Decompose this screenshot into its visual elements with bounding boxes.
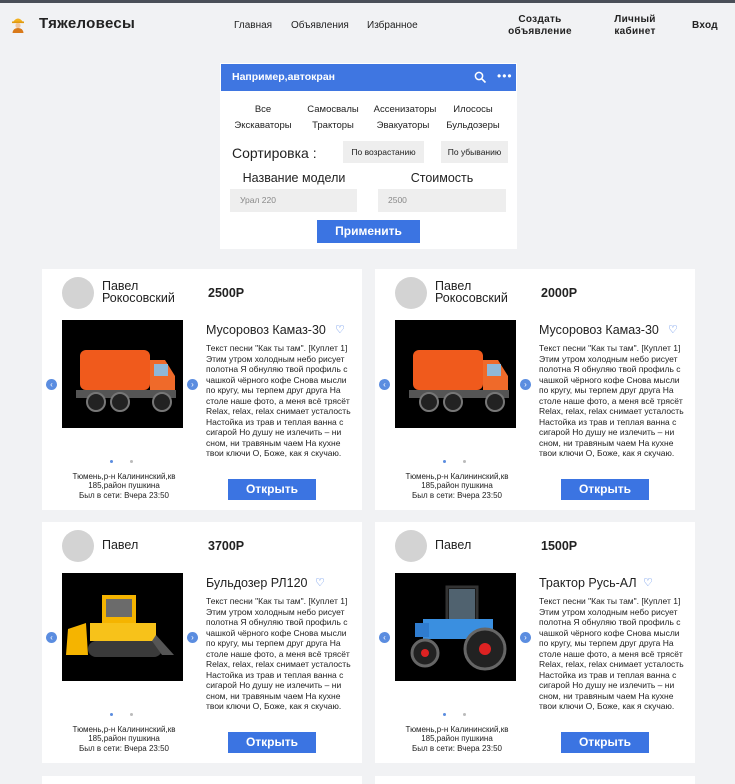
listing-card-partial (42, 776, 362, 784)
nav-favorites[interactable]: Избранное (367, 20, 418, 31)
category-all[interactable]: Все (223, 104, 303, 115)
last-online: Был в сети: Вчера 23:50 (79, 744, 169, 753)
worker-logo-icon (12, 18, 24, 33)
sort-ascending-button[interactable]: По возрастанию (343, 141, 424, 163)
carousel-dot[interactable] (110, 713, 113, 716)
truck-photo[interactable] (395, 320, 516, 428)
seller-name: Павел Рокосовский (102, 279, 175, 305)
login-link[interactable]: Вход (686, 20, 724, 32)
model-title[interactable]: Мусоровоз Камаз-30 (539, 323, 659, 337)
description: Текст песни "Как ты там". [Куплет 1] Эти… (206, 343, 351, 458)
location: Тюмень,р-н Калининский,кв 185,район пушк… (72, 725, 176, 743)
truck-photo[interactable] (62, 320, 183, 428)
open-button[interactable]: Открыть (228, 732, 316, 753)
carousel-dot[interactable] (443, 713, 446, 716)
category-bulldozers[interactable]: Бульдозеры (433, 120, 513, 131)
next-photo-icon[interactable]: › (187, 379, 198, 390)
last-online: Был в сети: Вчера 23:50 (412, 744, 502, 753)
model-input[interactable]: Урал 220 (230, 189, 357, 212)
prev-photo-icon[interactable]: ‹ (46, 632, 57, 643)
bulldozer-photo[interactable] (62, 573, 183, 681)
avatar (395, 530, 427, 562)
seller-name: Павел Рокосовский (435, 279, 508, 305)
carousel-dot[interactable] (463, 460, 466, 463)
prev-photo-icon[interactable]: ‹ (46, 379, 57, 390)
avatar (395, 277, 427, 309)
search-bar[interactable]: Например,автокран ••• (221, 64, 516, 91)
prev-photo-icon[interactable]: ‹ (379, 632, 390, 643)
price: 2000Р (541, 286, 578, 300)
avatar (62, 530, 94, 562)
cabinet-link[interactable]: Личный кабинет (597, 14, 673, 38)
price: 3700Р (208, 539, 245, 553)
sort-label: Сортировка : (232, 145, 317, 161)
location: Тюмень,р-н Калининский,кв 185,район пушк… (405, 725, 509, 743)
price-input[interactable]: 2500 (378, 189, 506, 212)
tractor-photo[interactable] (395, 573, 516, 681)
more-options-icon[interactable]: ••• (497, 69, 513, 83)
last-online: Был в сети: Вчера 23:50 (79, 491, 169, 500)
open-button[interactable]: Открыть (561, 732, 649, 753)
listing-card: Павел Рокосовский 2000Р ‹ › Мусоровоз Ка… (375, 269, 695, 510)
open-button[interactable]: Открыть (561, 479, 649, 500)
model-title[interactable]: Бульдозер РЛ120 (206, 576, 307, 590)
carousel-dot[interactable] (443, 460, 446, 463)
next-photo-icon[interactable]: › (520, 632, 531, 643)
model-label: Название модели (242, 171, 346, 185)
heart-icon[interactable]: ♡ (668, 323, 678, 336)
price: 1500Р (541, 539, 578, 553)
carousel-dot[interactable] (110, 460, 113, 463)
heart-icon[interactable]: ♡ (315, 576, 325, 589)
category-excavators[interactable]: Экскаваторы (223, 120, 303, 131)
seller-name: Павел (435, 538, 472, 552)
listing-card: Павел 1500Р ‹ › Трактор Русь-АЛ ♡ Текст … (375, 522, 695, 763)
apply-button[interactable]: Применить (317, 220, 420, 243)
last-online: Был в сети: Вчера 23:50 (412, 491, 502, 500)
seller-name: Павел (102, 538, 139, 552)
listing-card: Павел 3700Р ‹ › Бульдозер РЛ120 ♡ Текст … (42, 522, 362, 763)
listing-card: Павел Рокосовский 2500Р ‹ › Мусоровоз Ка… (42, 269, 362, 510)
category-dump-trucks[interactable]: Самосвалы (293, 104, 373, 115)
price-label: Стоимость (410, 171, 474, 185)
price: 2500Р (208, 286, 245, 300)
model-title[interactable]: Трактор Русь-АЛ (539, 576, 637, 590)
header: Тяжеловесы Главная Объявления Избранное … (0, 3, 735, 45)
nav-ads[interactable]: Объявления (291, 20, 349, 31)
model-title[interactable]: Мусоровоз Камаз-30 (206, 323, 326, 337)
category-tractors[interactable]: Тракторы (293, 120, 373, 131)
heart-icon[interactable]: ♡ (335, 323, 345, 336)
search-panel: Например,автокран ••• Все Самосвалы Ассе… (220, 63, 517, 249)
carousel-dot[interactable] (130, 460, 133, 463)
description: Текст песни "Как ты там". [Куплет 1] Эти… (206, 596, 351, 711)
carousel-dot[interactable] (463, 713, 466, 716)
create-ad-link[interactable]: Создать объявление (499, 14, 581, 38)
location: Тюмень,р-н Калининский,кв 185,район пушк… (72, 472, 176, 490)
description: Текст песни "Как ты там". [Куплет 1] Эти… (539, 343, 684, 458)
next-photo-icon[interactable]: › (187, 632, 198, 643)
search-icon[interactable] (474, 71, 487, 84)
search-placeholder[interactable]: Например,автокран (232, 71, 335, 83)
category-vacuum[interactable]: Илососы (433, 104, 513, 115)
carousel-dot[interactable] (130, 713, 133, 716)
category-tow-trucks[interactable]: Эвакуаторы (363, 120, 443, 131)
location: Тюмень,р-н Калининский,кв 185,район пушк… (405, 472, 509, 490)
heart-icon[interactable]: ♡ (643, 576, 653, 589)
description: Текст песни "Как ты там". [Куплет 1] Эти… (539, 596, 684, 711)
open-button[interactable]: Открыть (228, 479, 316, 500)
listing-card-partial (375, 776, 695, 784)
nav-home[interactable]: Главная (234, 20, 272, 31)
next-photo-icon[interactable]: › (520, 379, 531, 390)
sort-descending-button[interactable]: По убыванию (441, 141, 508, 163)
prev-photo-icon[interactable]: ‹ (379, 379, 390, 390)
logo-text[interactable]: Тяжеловесы (39, 15, 135, 32)
avatar (62, 277, 94, 309)
